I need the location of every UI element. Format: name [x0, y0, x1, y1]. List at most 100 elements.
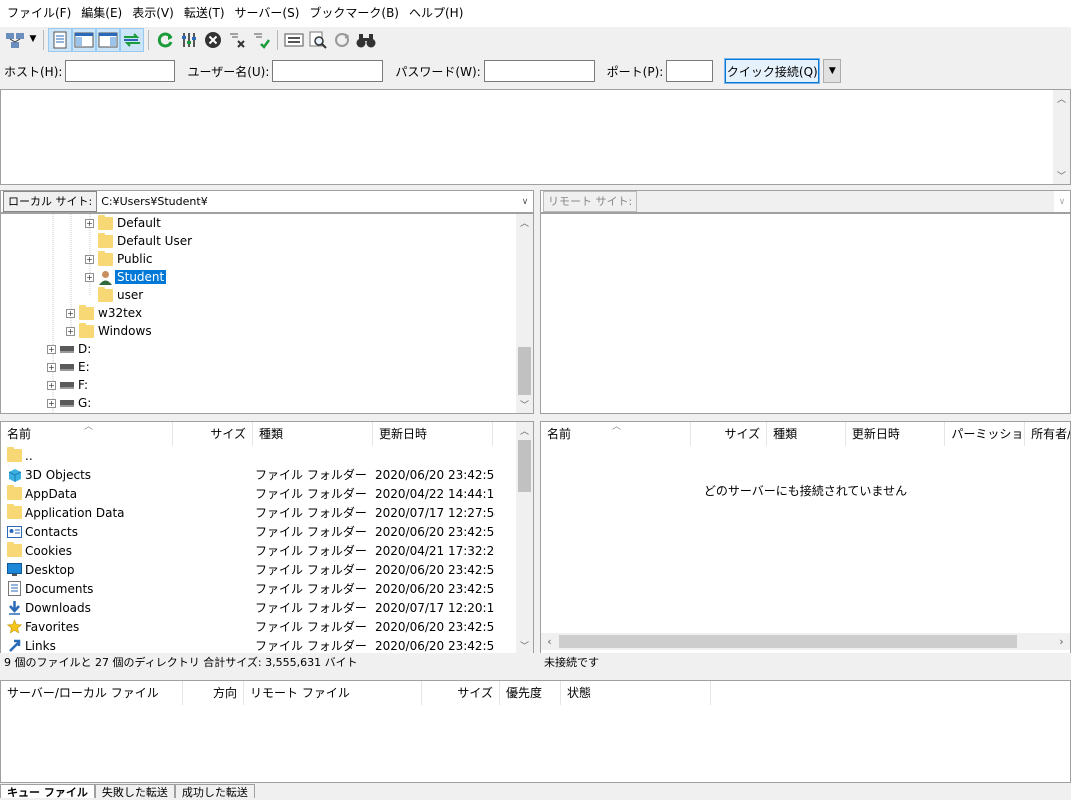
- tab-failed-transfers[interactable]: 失敗した転送: [94, 784, 175, 799]
- local-list-scrollbar[interactable]: ︿ ﹀: [516, 422, 533, 654]
- log-scrollbar[interactable]: ︿ ﹀: [1053, 90, 1070, 184]
- column-modified[interactable]: 更新日時: [373, 422, 493, 446]
- expand-icon[interactable]: +: [47, 398, 56, 408]
- local-path-combo[interactable]: C:¥Users¥Student¥: [97, 195, 517, 208]
- menu-transfer[interactable]: 転送(T): [179, 0, 230, 27]
- quickconnect-button[interactable]: クイック接続(Q): [724, 58, 821, 84]
- tree-node[interactable]: user: [98, 286, 143, 304]
- host-input[interactable]: [65, 60, 176, 82]
- scroll-thumb[interactable]: [518, 347, 531, 395]
- scroll-down-icon[interactable]: ﹀: [1053, 167, 1070, 184]
- list-item[interactable]: ..: [1, 446, 516, 465]
- list-item[interactable]: 3D Objects ファイル フォルダー 2020/06/20 23:42:5…: [1, 465, 516, 484]
- password-input[interactable]: [483, 60, 595, 82]
- scroll-up-icon[interactable]: ︿: [516, 214, 533, 231]
- tree-scrollbar[interactable]: ︿ ﹀: [516, 214, 533, 413]
- message-log[interactable]: ︿ ﹀: [0, 89, 1071, 185]
- tree-node-drive[interactable]: + F:: [47, 376, 88, 394]
- expand-icon[interactable]: +: [85, 272, 94, 282]
- list-item[interactable]: Application Data ファイル フォルダー 2020/07/17 1…: [1, 503, 516, 522]
- port-input[interactable]: [666, 60, 714, 82]
- local-directory-tree[interactable]: + Default Default User + Public + Studen…: [0, 213, 534, 414]
- chevron-down-icon[interactable]: ∨: [517, 197, 533, 207]
- tree-node[interactable]: Default User: [98, 232, 192, 250]
- column-owner[interactable]: 所有者/: [1025, 422, 1070, 446]
- column-server-local-file[interactable]: サーバー/ローカル ファイル: [1, 681, 183, 705]
- column-status[interactable]: 状態: [561, 681, 711, 705]
- remote-path-combo[interactable]: [637, 191, 1054, 212]
- list-item[interactable]: Desktop ファイル フォルダー 2020/06/20 23:42:51: [1, 560, 516, 579]
- quickconnect-dropdown-icon[interactable]: ▼: [823, 59, 842, 83]
- toggle-queue-icon[interactable]: [120, 27, 144, 52]
- expand-icon[interactable]: +: [66, 308, 75, 318]
- scroll-thumb[interactable]: [559, 635, 1017, 648]
- list-item[interactable]: Favorites ファイル フォルダー 2020/06/20 23:42:51: [1, 617, 516, 636]
- list-item[interactable]: Downloads ファイル フォルダー 2020/07/17 12:20:15: [1, 598, 516, 617]
- dropdown-arrow-icon[interactable]: ▼: [28, 29, 38, 51]
- column-type[interactable]: 種類: [767, 422, 846, 446]
- column-direction[interactable]: 方向: [183, 681, 244, 705]
- scroll-down-icon[interactable]: ﹀: [516, 396, 533, 413]
- scroll-left-icon[interactable]: ‹: [541, 633, 558, 650]
- menu-server[interactable]: サーバー(S): [230, 0, 305, 27]
- scroll-right-icon[interactable]: ›: [1053, 633, 1070, 650]
- disconnect-icon[interactable]: [226, 29, 248, 51]
- column-priority[interactable]: 優先度: [500, 681, 561, 705]
- toggle-log-icon[interactable]: [48, 27, 72, 52]
- chevron-down-icon[interactable]: ∨: [1054, 197, 1070, 207]
- list-item[interactable]: Contacts ファイル フォルダー 2020/06/20 23:42:51: [1, 522, 516, 541]
- transfer-queue[interactable]: サーバー/ローカル ファイル 方向 リモート ファイル サイズ 優先度 状態: [0, 680, 1071, 783]
- menu-edit[interactable]: 編集(E): [76, 0, 127, 27]
- search-icon[interactable]: [307, 29, 329, 51]
- reconnect-icon[interactable]: [250, 29, 272, 51]
- column-type[interactable]: 種類: [253, 422, 373, 446]
- expand-icon[interactable]: +: [47, 380, 56, 390]
- toggle-remote-tree-icon[interactable]: [96, 27, 120, 52]
- menu-bookmarks[interactable]: ブックマーク(B): [304, 0, 404, 27]
- remote-directory-tree[interactable]: [540, 213, 1071, 414]
- tree-node[interactable]: + Public: [85, 250, 153, 268]
- expand-icon[interactable]: +: [47, 362, 56, 372]
- tree-node-drive[interactable]: + G:: [47, 394, 91, 412]
- directory-filter-icon[interactable]: [283, 29, 305, 51]
- scroll-thumb[interactable]: [518, 440, 531, 492]
- tree-node-drive[interactable]: + D:: [47, 340, 91, 358]
- expand-icon[interactable]: +: [47, 344, 56, 354]
- column-size[interactable]: サイズ: [691, 422, 768, 446]
- find-binoculars-icon[interactable]: [355, 29, 377, 51]
- username-input[interactable]: [272, 60, 384, 82]
- site-manager-icon[interactable]: [4, 29, 26, 51]
- tree-node-drive[interactable]: + E:: [47, 358, 90, 376]
- list-item[interactable]: AppData ファイル フォルダー 2020/04/22 14:44:18: [1, 484, 516, 503]
- remote-horizontal-scrollbar[interactable]: ‹ ›: [541, 633, 1070, 650]
- tab-successful-transfers[interactable]: 成功した転送: [174, 784, 255, 799]
- expand-icon[interactable]: +: [66, 326, 75, 336]
- sync-browse-icon[interactable]: [331, 29, 353, 51]
- scroll-up-icon[interactable]: ︿: [1053, 90, 1070, 107]
- process-queue-icon[interactable]: [178, 29, 200, 51]
- tree-node[interactable]: + w32tex: [66, 304, 142, 322]
- cancel-icon[interactable]: [202, 29, 224, 51]
- column-permissions[interactable]: パーミッション: [945, 422, 1026, 446]
- expand-icon[interactable]: +: [85, 218, 94, 228]
- tab-queued-files[interactable]: キュー ファイル: [0, 784, 95, 799]
- tree-node-selected[interactable]: + Student: [85, 268, 167, 286]
- tree-node[interactable]: + Windows: [66, 322, 152, 340]
- expand-icon[interactable]: +: [85, 254, 94, 264]
- column-size[interactable]: サイズ: [422, 681, 500, 705]
- scroll-up-icon[interactable]: ︿: [516, 422, 533, 439]
- remote-file-list[interactable]: 名前 サイズ 種類 更新日時 パーミッション 所有者/ ︿ どのサーバーにも接続…: [540, 421, 1071, 655]
- tree-node[interactable]: + Default: [85, 214, 161, 232]
- menu-file[interactable]: ファイル(F): [2, 0, 76, 27]
- column-size[interactable]: サイズ: [173, 422, 253, 446]
- toggle-local-tree-icon[interactable]: [72, 27, 96, 52]
- menu-view[interactable]: 表示(V): [127, 0, 179, 27]
- scroll-down-icon[interactable]: ﹀: [516, 637, 533, 654]
- refresh-icon[interactable]: [154, 29, 176, 51]
- column-remote-file[interactable]: リモート ファイル: [244, 681, 422, 705]
- list-item[interactable]: Documents ファイル フォルダー 2020/06/20 23:42:51: [1, 579, 516, 598]
- list-item[interactable]: Cookies ファイル フォルダー 2020/04/21 17:32:28: [1, 541, 516, 560]
- local-file-list[interactable]: 名前 サイズ 種類 更新日時 ︿ .. 3D Objects ファイル フォルダ…: [0, 421, 534, 655]
- column-modified[interactable]: 更新日時: [846, 422, 946, 446]
- menu-help[interactable]: ヘルプ(H): [404, 0, 468, 27]
